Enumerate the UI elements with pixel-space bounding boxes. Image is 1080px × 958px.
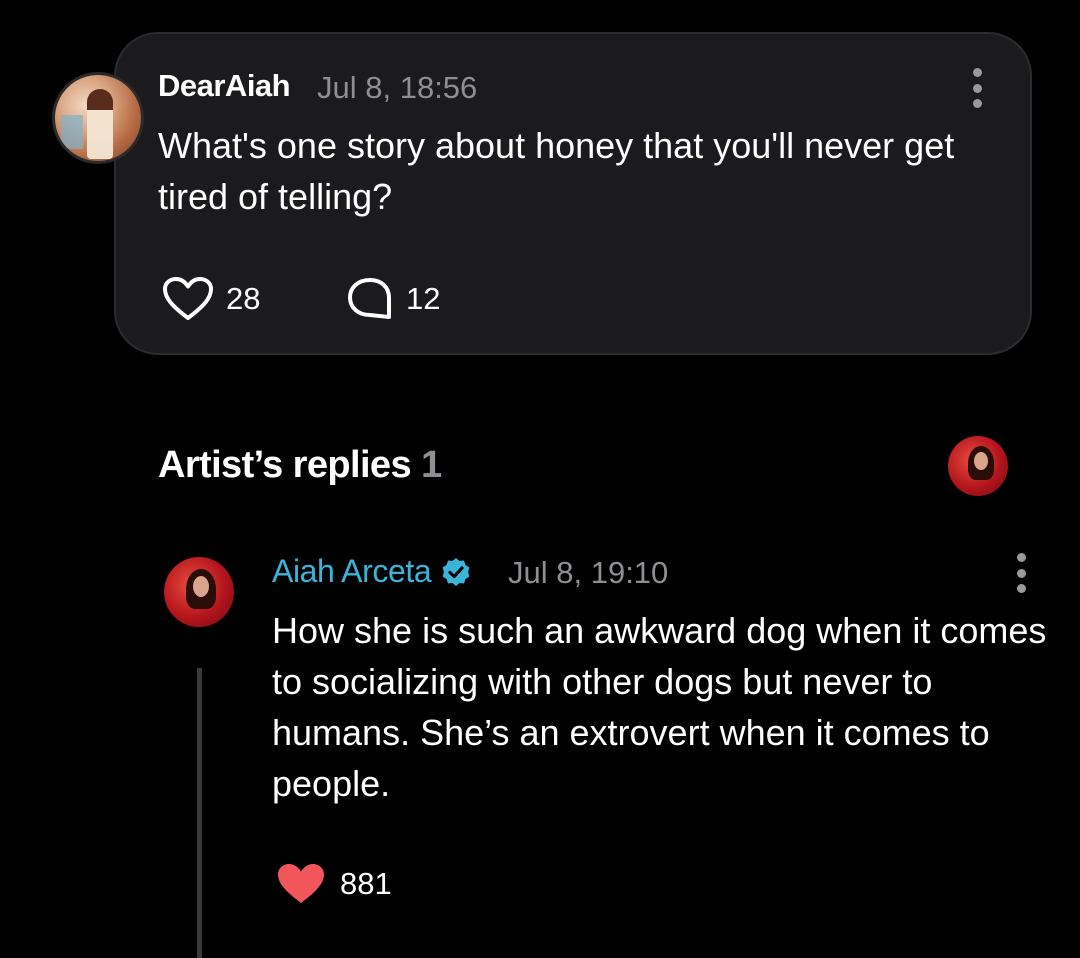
heart-filled-icon	[278, 864, 324, 903]
reply-more-options-icon[interactable]	[1016, 553, 1026, 593]
speech-bubble-icon	[348, 278, 391, 319]
reply-like-count: 881	[340, 866, 392, 901]
artist-avatar-header[interactable]	[948, 436, 1008, 496]
avatar-background-window	[61, 115, 83, 149]
artist-replies-title: Artist’s replies	[158, 444, 412, 486]
reply-author-name[interactable]: Aiah Arceta	[272, 553, 432, 590]
post-comment-count: 12	[406, 281, 441, 316]
post-like-button[interactable]: 28	[162, 276, 260, 322]
artist-replies-heading: Artist’s replies 1	[158, 444, 442, 487]
post-timestamp: Jul 8, 18:56	[317, 70, 478, 105]
post-like-count: 28	[226, 281, 261, 316]
reply-author-avatar[interactable]	[164, 557, 234, 627]
verified-badge-icon	[442, 557, 470, 586]
post-author-name[interactable]: DearAiah	[158, 68, 291, 104]
post-comment-button[interactable]: 12	[346, 276, 440, 322]
thread-connector-line	[197, 668, 202, 958]
artist-replies-count: 1	[421, 444, 442, 486]
heart-outline-icon	[163, 277, 213, 320]
reply-timestamp: Jul 8, 19:10	[508, 555, 669, 590]
post-more-options-icon[interactable]	[972, 68, 982, 108]
reply-like-button[interactable]: 881	[276, 862, 392, 906]
avatar-figure	[87, 89, 113, 159]
reply-author[interactable]: Aiah Arceta	[272, 553, 471, 590]
post-author-avatar[interactable]	[52, 72, 144, 164]
post-text: What's one story about honey that you'll…	[158, 125, 955, 217]
reply-text: How she is such an awkward dog when it c…	[272, 610, 1047, 804]
